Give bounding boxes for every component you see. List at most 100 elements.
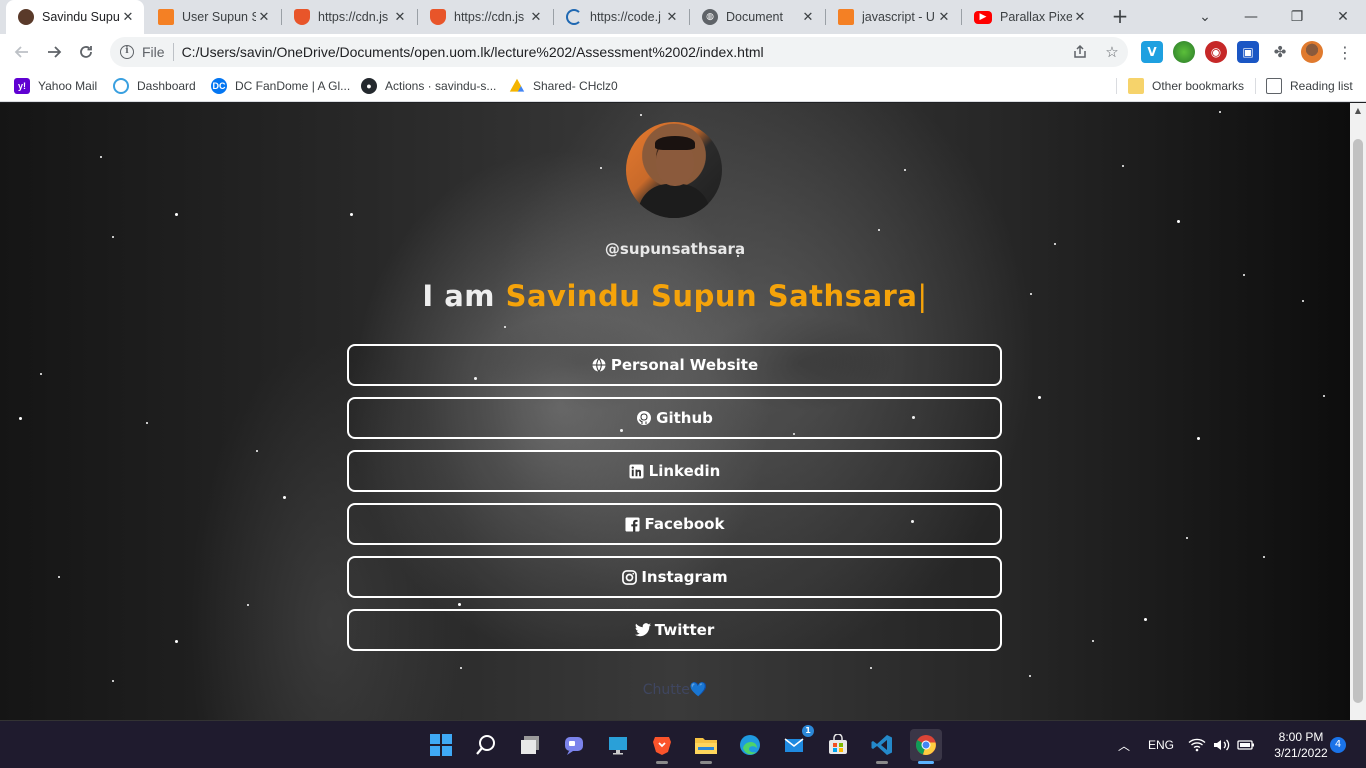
tab-cdn-1[interactable]: https://cdn.js ✕ (282, 0, 416, 34)
tab-code-jquery[interactable]: https://code.j ✕ (554, 0, 688, 34)
search-button[interactable] (470, 729, 502, 761)
dashboard-icon (113, 78, 129, 94)
chevron-up-icon: ︿ (1118, 738, 1131, 753)
taskbar-clock[interactable]: 8:00 PM 3/21/2022 (1262, 729, 1340, 761)
page-scrollbar[interactable]: ▲ (1350, 103, 1366, 720)
bookmark-dashboard[interactable]: Dashboard (113, 76, 196, 96)
instagram-button[interactable]: Instagram (347, 556, 1002, 598)
brave-browser-button[interactable] (646, 729, 678, 764)
desktop-app-button[interactable] (602, 729, 634, 761)
personal-website-button[interactable]: Personal Website (347, 344, 1002, 386)
notification-count-badge[interactable]: 4 (1330, 737, 1346, 753)
star-particle (283, 496, 286, 499)
blue-extension-icon[interactable]: ▣ (1237, 41, 1259, 63)
reading-list-button[interactable]: Reading list (1266, 76, 1353, 96)
close-tab-icon[interactable]: ✕ (256, 10, 272, 25)
bookmark-star-icon[interactable]: ☆ (1101, 41, 1123, 63)
tab-search-button[interactable]: ⌄ (1182, 0, 1228, 34)
chat-icon (565, 737, 583, 755)
twitter-icon (634, 622, 651, 638)
language-indicator[interactable]: ENG (1148, 721, 1174, 768)
microsoft-store-button[interactable] (822, 729, 854, 761)
headline-name: Savindu Supun Sathsara (505, 279, 918, 313)
tab-user-supun[interactable]: User Supun S ✕ (146, 0, 280, 34)
start-button[interactable] (425, 729, 457, 761)
close-tab-icon[interactable]: ✕ (1072, 10, 1088, 25)
new-tab-button[interactable]: + (1108, 5, 1132, 29)
tab-cdn-2[interactable]: https://cdn.js ✕ (418, 0, 552, 34)
ublock-extension-icon[interactable]: ◉ (1205, 41, 1227, 63)
close-window-button[interactable]: ✕ (1320, 0, 1366, 34)
edge-icon (740, 735, 760, 755)
globe-extension-icon[interactable] (1173, 41, 1195, 63)
typed-headline: I am Savindu Supun Sathsara| (0, 279, 1350, 313)
url-scheme: File (142, 44, 165, 60)
teams-chat-button[interactable] (558, 729, 590, 761)
back-button[interactable] (8, 38, 36, 66)
url-text[interactable]: C:/Users/savin/OneDrive/Documents/open.u… (182, 44, 764, 60)
other-bookmarks-folder[interactable]: Other bookmarks (1128, 76, 1244, 96)
store-icon (829, 734, 847, 754)
close-tab-icon[interactable]: ✕ (120, 10, 136, 25)
vimeo-extension-icon[interactable]: V (1141, 41, 1163, 63)
minimize-button[interactable]: — (1228, 0, 1274, 34)
youtube-icon: ▶ (974, 10, 992, 24)
star-particle (1122, 165, 1124, 167)
bookmark-dc-fandome[interactable]: DC DC FanDome | A Gl... (211, 76, 350, 96)
twitter-button[interactable]: Twitter (347, 609, 1002, 651)
file-explorer-button[interactable] (690, 729, 722, 764)
facebook-button[interactable]: Facebook (347, 503, 1002, 545)
volume-button[interactable] (1213, 721, 1231, 768)
vscode-button[interactable] (866, 729, 898, 764)
star-particle (1263, 556, 1265, 558)
star-particle (504, 326, 506, 328)
star-particle (256, 450, 258, 452)
tab-strip: Savindu Supu ✕ User Supun S ✕ https://cd… (0, 0, 1366, 34)
clock-time: 8:00 PM (1278, 730, 1324, 744)
scroll-up-arrow-icon[interactable]: ▲ (1350, 103, 1366, 119)
footer-credit: Chutte💙 (642, 682, 708, 698)
github-button[interactable]: Github (347, 397, 1002, 439)
close-tab-icon[interactable]: ✕ (664, 10, 680, 25)
bookmark-google-drive[interactable]: Shared- CHclz0 (509, 76, 618, 96)
star-particle (1197, 437, 1200, 440)
task-view-button[interactable] (514, 729, 546, 761)
extensions-puzzle-icon[interactable]: ✤ (1269, 41, 1291, 63)
close-tab-icon[interactable]: ✕ (392, 10, 408, 25)
star-particle (40, 373, 42, 375)
bookmark-yahoo-mail[interactable]: y! Yahoo Mail (14, 76, 97, 96)
tab-document[interactable]: ◍ Document ✕ (690, 0, 824, 34)
star-particle (458, 603, 461, 606)
tab-savindu[interactable]: Savindu Supu ✕ (6, 0, 144, 34)
tab-javascript[interactable]: javascript - U ✕ (826, 0, 960, 34)
facebook-icon (625, 516, 641, 532)
reload-icon (80, 46, 92, 58)
star-particle (1038, 396, 1041, 399)
chrome-button[interactable] (910, 729, 942, 764)
page-viewport: @supunsathsara I am Savindu Supun Sathsa… (0, 103, 1350, 720)
share-icon[interactable] (1069, 41, 1091, 63)
address-bar[interactable]: i File C:/Users/savin/OneDrive/Documents… (110, 37, 1128, 67)
network-button[interactable] (1188, 721, 1206, 768)
scroll-thumb[interactable] (1353, 139, 1363, 703)
star-particle (870, 667, 872, 669)
reload-button[interactable] (72, 38, 100, 66)
forward-arrow-icon (48, 46, 62, 58)
mail-button[interactable]: 1 (778, 725, 814, 761)
star-particle (19, 417, 22, 420)
battery-button[interactable] (1237, 721, 1255, 768)
bookmark-github-actions[interactable]: ● Actions · savindu-s... (361, 76, 496, 96)
forward-button[interactable] (40, 38, 68, 66)
close-tab-icon[interactable]: ✕ (528, 10, 544, 25)
show-hidden-icons-button[interactable]: ︿ (1118, 721, 1130, 768)
profile-avatar[interactable] (1301, 41, 1323, 63)
edge-browser-button[interactable] (734, 729, 766, 761)
close-tab-icon[interactable]: ✕ (800, 10, 816, 25)
menu-kebab-icon[interactable]: ⋮ (1334, 41, 1356, 63)
linkedin-button[interactable]: Linkedin (347, 450, 1002, 492)
tab-parallax[interactable]: ▶ Parallax Pixel ✕ (962, 0, 1096, 34)
info-icon[interactable]: i (120, 45, 134, 59)
close-tab-icon[interactable]: ✕ (936, 10, 952, 25)
maximize-button[interactable]: ❐ (1274, 0, 1320, 34)
brave-shield-icon (294, 9, 310, 25)
